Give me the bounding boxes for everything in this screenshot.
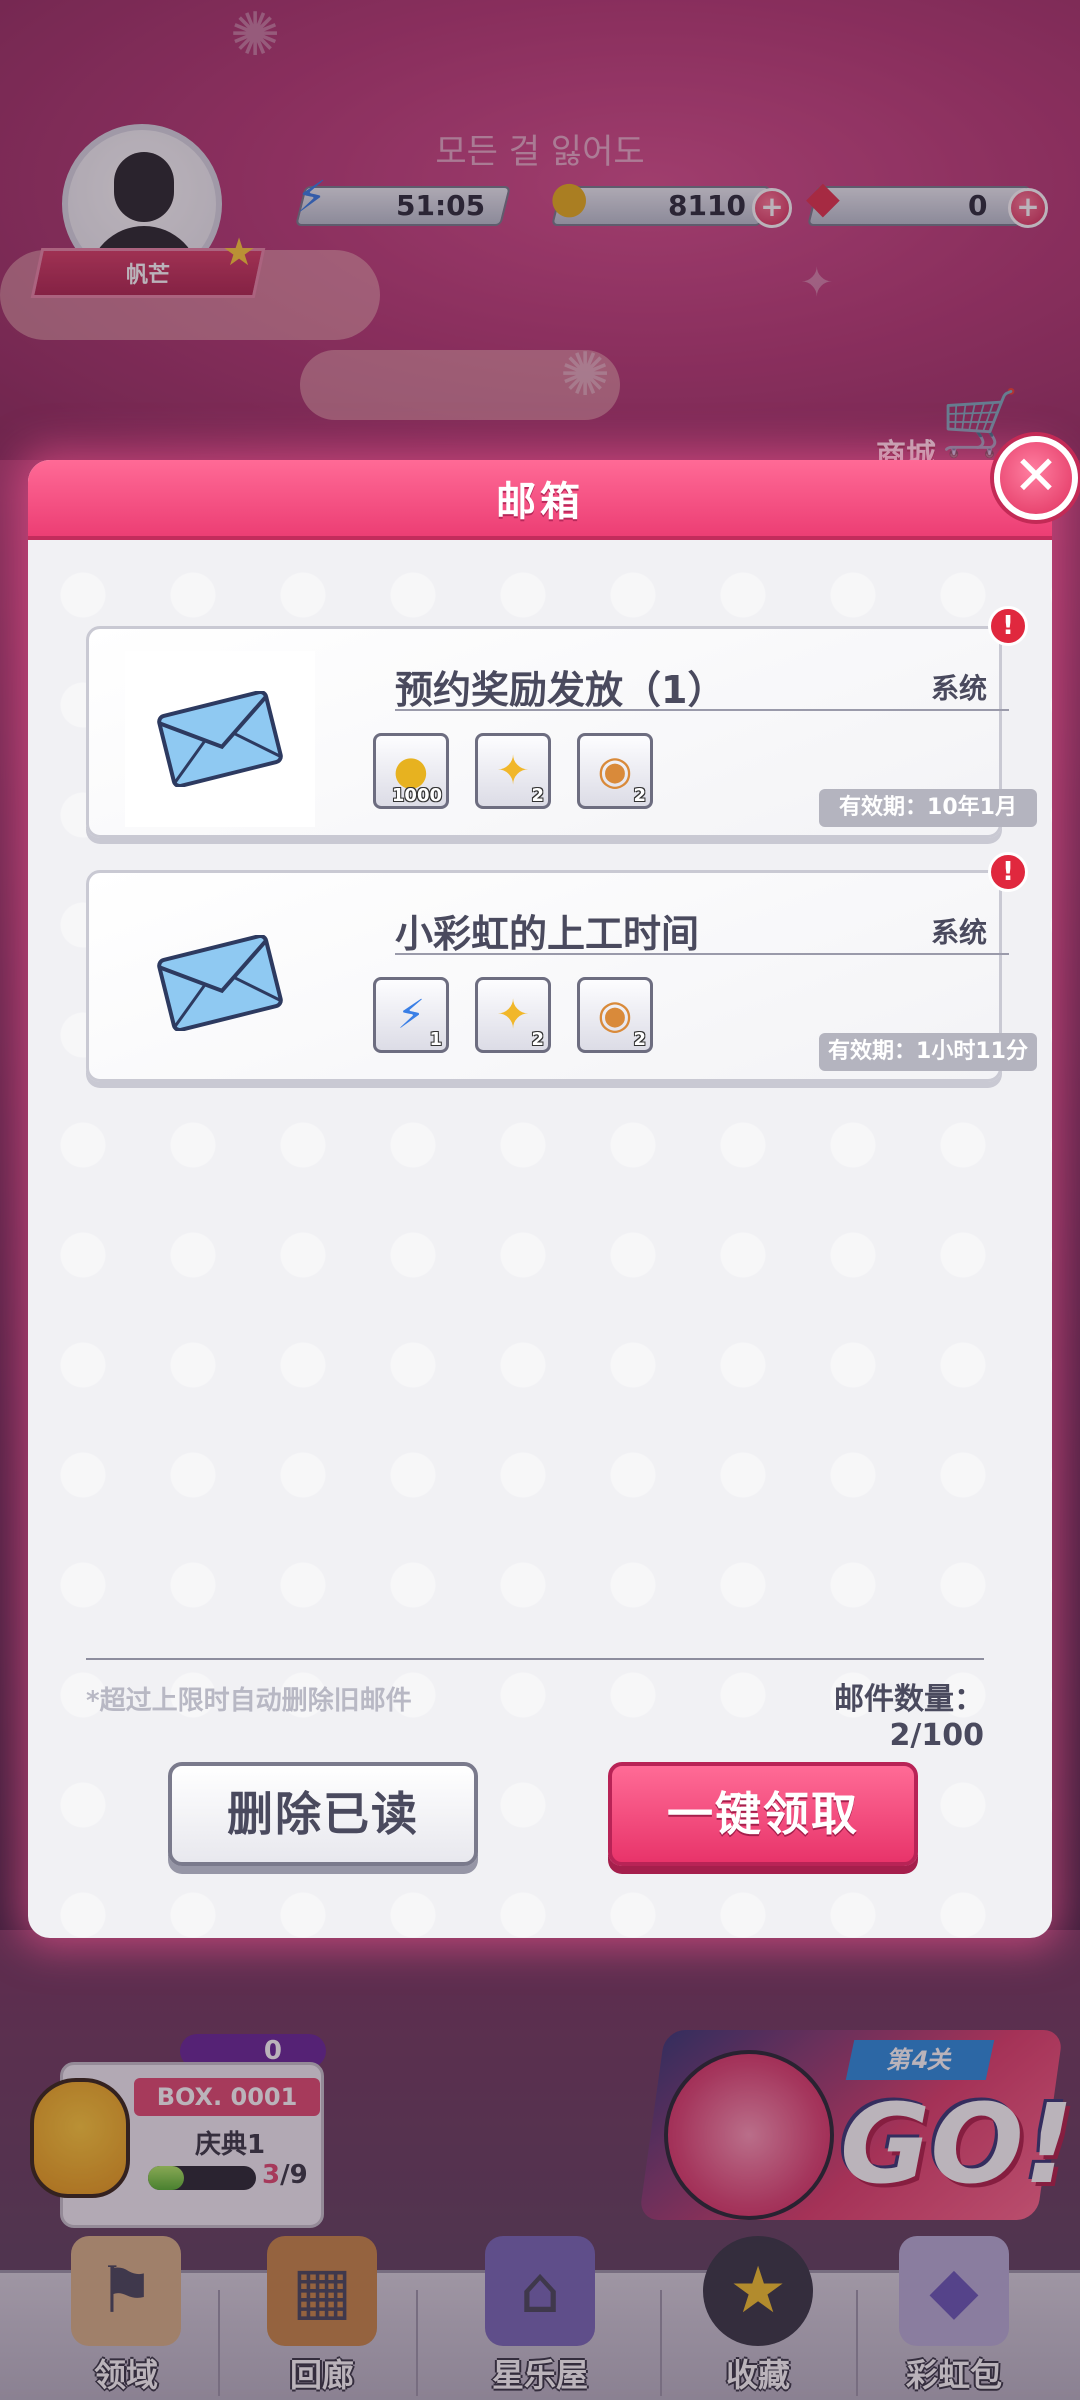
reward-count: 1000 xyxy=(391,785,442,806)
mail-expiry: 有效期：1小时11分 xyxy=(819,1033,1037,1071)
mail-divider xyxy=(395,709,1009,711)
claim-all-button[interactable]: 一键领取 xyxy=(608,1762,918,1866)
mail-sender: 系统 xyxy=(931,916,988,949)
mail-thumbnail xyxy=(125,651,315,827)
warrior-medal-icon: ◉ xyxy=(597,748,633,794)
lightning-stamina-icon: ⚡ xyxy=(396,992,426,1038)
mail-title: 预约奖励发放（1） xyxy=(395,668,726,712)
mail-title: 小彩虹的上工时间 xyxy=(395,912,700,956)
reward-slot[interactable]: ◉ 2 xyxy=(577,733,653,809)
delete-read-button[interactable]: 删除已读 xyxy=(168,1762,478,1866)
reward-count: 1 xyxy=(429,1029,442,1050)
dialog-title: 邮箱 xyxy=(496,479,584,525)
auto-delete-note: *超过上限时自动删除旧邮件 xyxy=(86,1686,412,1716)
reward-slot[interactable]: ● 1000 xyxy=(373,733,449,809)
gold-fragments-icon: ✦ xyxy=(496,992,530,1038)
mail-item[interactable]: 预约奖励发放（1） 系统 ● 1000 ✦ 2 ◉ 2 有效期：10年1月 xyxy=(86,626,1037,838)
warrior-medal-icon: ◉ xyxy=(597,992,633,1038)
close-button[interactable]: ✕ xyxy=(994,436,1078,520)
dialog-header: 邮箱 xyxy=(28,460,1052,540)
mail-count: 邮件数量：2/100 xyxy=(834,1682,984,1753)
mail-divider xyxy=(395,953,1009,955)
reward-count: 2 xyxy=(633,785,646,806)
reward-count: 2 xyxy=(531,785,544,806)
reward-slot[interactable]: ◉ 2 xyxy=(577,977,653,1053)
mail-expiry: 有效期：10年1月 xyxy=(819,789,1037,827)
reward-count: 2 xyxy=(531,1029,544,1050)
reward-slot[interactable]: ✦ 2 xyxy=(475,733,551,809)
reward-slot[interactable]: ✦ 2 xyxy=(475,977,551,1053)
footer-divider xyxy=(86,1658,984,1660)
envelope-icon xyxy=(157,935,283,1031)
unread-alert-icon: ! xyxy=(988,852,1028,892)
gold-fragments-icon: ✦ xyxy=(496,748,530,794)
mail-sender: 系统 xyxy=(931,672,988,705)
unread-alert-icon: ! xyxy=(988,606,1028,646)
mail-thumbnail xyxy=(125,895,315,1071)
mail-item[interactable]: 小彩虹的上工时间 系统 ⚡ 1 ✦ 2 ◉ 2 有效期：1小时11分 xyxy=(86,870,1037,1082)
reward-count: 2 xyxy=(633,1029,646,1050)
envelope-icon xyxy=(157,691,283,787)
reward-slot[interactable]: ⚡ 1 xyxy=(373,977,449,1053)
mailbox-dialog: 邮箱 预约奖励发放（1） 系统 ● 1000 ✦ 2 ◉ 2 有效期：10年1月… xyxy=(28,460,1052,1938)
